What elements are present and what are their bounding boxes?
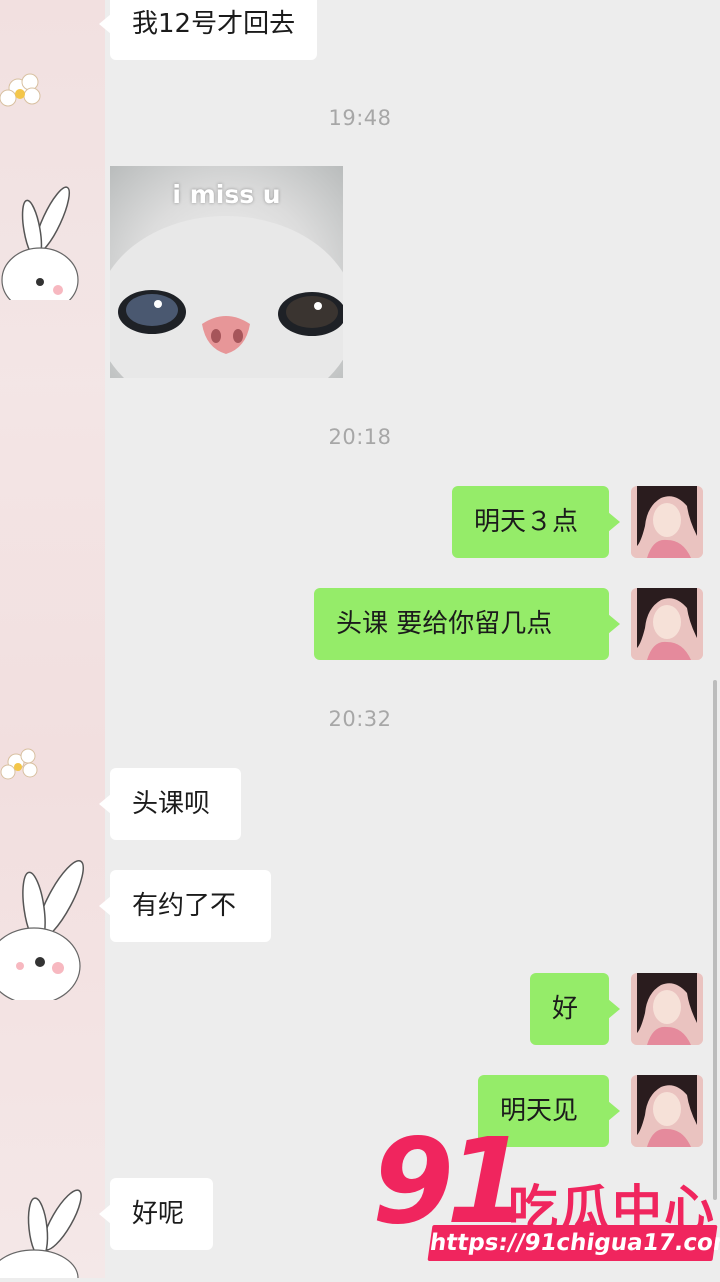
watermark-number: 91 <box>372 1112 528 1250</box>
profile-photo-icon <box>631 588 703 660</box>
timestamp: 20:18 <box>328 425 392 449</box>
timestamp: 19:48 <box>328 106 392 130</box>
bunny-icon <box>0 748 84 1005</box>
timestamp: 20:32 <box>328 707 392 731</box>
flower-icon <box>0 748 38 780</box>
user-avatar[interactable] <box>631 588 703 660</box>
user-avatar[interactable] <box>631 973 703 1045</box>
bunny-icon <box>0 73 79 313</box>
contact-avatar[interactable] <box>0 60 100 313</box>
user-avatar[interactable] <box>631 486 703 558</box>
bunny-icon <box>0 1189 82 1282</box>
outgoing-message-bubble[interactable]: 好 <box>530 973 620 1045</box>
contact-avatar[interactable] <box>0 740 100 1005</box>
sticker-image[interactable]: i miss u <box>110 166 343 378</box>
incoming-message-bubble[interactable]: 好呢 <box>99 1178 213 1250</box>
incoming-message-bubble[interactable]: 有约了不 <box>99 870 271 942</box>
outgoing-message-bubble[interactable]: 明天３点 <box>452 486 620 558</box>
chat-area: 我12号才回去 19:48 i miss u 20:18 明天３点 头课 要给你… <box>0 0 720 1282</box>
profile-photo-icon <box>631 973 703 1045</box>
incoming-message-bubble[interactable]: 我12号才回去 <box>98 0 318 60</box>
sticker-caption: i miss u <box>172 180 281 209</box>
watermark-logo: 91 吃瓜中心 https://91chigua17.com <box>368 1121 720 1278</box>
watermark-url: https://91chigua17.com <box>427 1225 720 1261</box>
outgoing-message-bubble[interactable]: 头课 要给你留几点 <box>314 588 620 660</box>
incoming-message-bubble[interactable]: 头课呗 <box>99 768 241 840</box>
contact-avatar[interactable] <box>0 1110 100 1282</box>
flower-icon <box>0 73 41 107</box>
scrollbar[interactable] <box>713 680 717 1200</box>
profile-photo-icon <box>631 486 703 558</box>
